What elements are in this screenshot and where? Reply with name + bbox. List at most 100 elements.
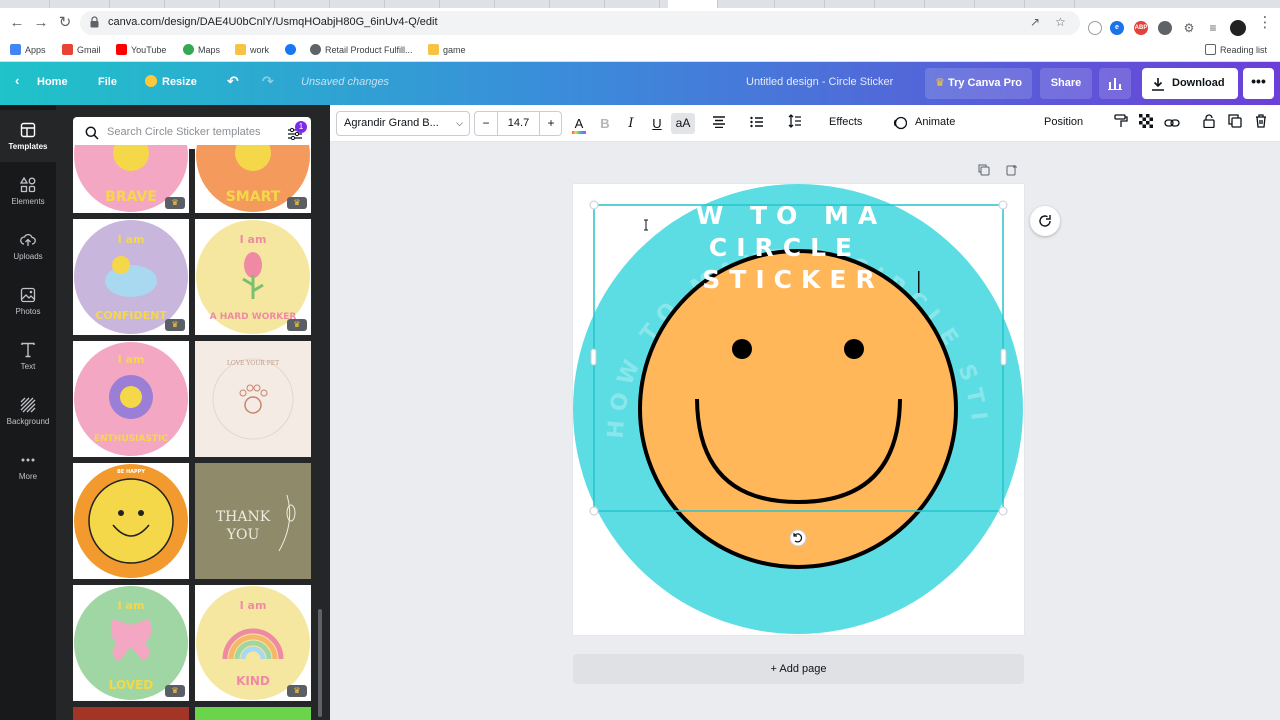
letter-case-button[interactable]: aA (671, 113, 695, 134)
template-tile-be-happy[interactable]: BE HAPPY (73, 463, 189, 579)
template-tile-hard-worker[interactable]: I am A HARD WORKER ♛ (195, 219, 311, 335)
template-tile[interactable] (73, 707, 189, 720)
address-bar[interactable]: canva.com/design/DAE4U0bCnlY/UsmqHOabjH8… (80, 11, 1080, 35)
list-button[interactable] (748, 113, 766, 134)
profile-avatar[interactable] (1230, 20, 1246, 36)
template-tile-smart[interactable]: SMART ♛ (195, 145, 311, 213)
bookmark-maps[interactable]: Maps (183, 42, 220, 58)
browser-tab[interactable] (225, 0, 275, 8)
template-tile[interactable] (195, 707, 311, 720)
align-center-button[interactable] (710, 113, 728, 134)
forward-icon[interactable]: → (32, 14, 50, 32)
regenerate-button[interactable] (1030, 206, 1060, 236)
resize-handle[interactable] (998, 200, 1008, 210)
template-tile-loved[interactable]: I am LOVED ♛ (73, 585, 189, 701)
spacing-button[interactable] (786, 113, 804, 134)
template-tile-enthusiastic[interactable]: I am ENTHUSIASTIC (73, 341, 189, 457)
share-button[interactable]: Share (1040, 68, 1092, 99)
bookmark-star-icon[interactable]: ☆ (1055, 15, 1066, 29)
chevron-left-icon[interactable]: ‹ (15, 73, 19, 88)
template-tile-kind[interactable]: I am KIND ♛ (195, 585, 311, 701)
back-icon[interactable]: ← (8, 14, 26, 32)
bookmark-apps[interactable]: Apps (10, 42, 46, 58)
browser-tab[interactable] (170, 0, 220, 8)
template-tile-love-your-pet[interactable]: LOVE YOUR PET (195, 341, 311, 457)
browser-tab[interactable] (610, 0, 660, 8)
font-size-input[interactable]: 14.7 (497, 112, 540, 135)
browser-tab[interactable] (875, 0, 925, 8)
home-button[interactable]: Home (37, 76, 68, 88)
template-tile-brave[interactable]: BRAVE ♛ (73, 145, 189, 213)
browser-tab[interactable] (280, 0, 330, 8)
adblock-extension-icon[interactable]: ABP (1134, 21, 1148, 35)
rail-more[interactable]: More (0, 440, 56, 492)
browser-tab[interactable] (115, 0, 165, 8)
rail-uploads[interactable]: Uploads (0, 220, 56, 272)
redo-icon[interactable]: ↷ (262, 73, 274, 90)
insights-button[interactable] (1099, 68, 1131, 99)
browser-menu-icon[interactable]: ⋮ (1256, 14, 1274, 32)
font-family-select[interactable]: Agrandir Grand B... ⌵ (336, 111, 470, 136)
extension-shield-icon[interactable] (1088, 21, 1102, 35)
extension-icon[interactable] (1158, 21, 1172, 35)
browser-tab[interactable] (925, 0, 975, 8)
smiley-face[interactable] (638, 249, 958, 569)
resize-handle[interactable] (589, 506, 599, 516)
share-page-icon[interactable]: ↗ (1030, 15, 1040, 29)
copy-style-button[interactable] (1112, 113, 1130, 134)
browser-tab[interactable] (825, 0, 875, 8)
effects-button[interactable]: Effects (829, 116, 862, 128)
resize-handle-side[interactable] (590, 348, 597, 366)
browser-tab[interactable] (60, 0, 110, 8)
browser-tab[interactable] (0, 0, 50, 8)
panel-scrollbar[interactable] (318, 609, 322, 717)
browser-tab[interactable] (725, 0, 775, 8)
duplicate-page-icon[interactable] (978, 164, 990, 176)
download-button[interactable]: Download (1142, 68, 1238, 99)
increase-font-size-button[interactable]: + (540, 112, 562, 135)
media-queue-icon[interactable]: ≡ (1206, 21, 1220, 35)
resize-handle[interactable] (589, 200, 599, 210)
duplicate-button[interactable] (1226, 113, 1244, 134)
try-canva-pro-button[interactable]: ♛ Try Canva Pro (925, 68, 1032, 99)
browser-tab-active[interactable] (668, 0, 718, 8)
add-page-icon[interactable] (1006, 164, 1018, 176)
animate-button[interactable]: Animate (915, 116, 955, 128)
browser-tab[interactable] (390, 0, 440, 8)
bookmark-work[interactable]: work (235, 42, 269, 58)
bookmark-facebook[interactable] (285, 42, 300, 58)
link-button[interactable] (1163, 113, 1181, 134)
template-tile-confident[interactable]: I am CONFIDENT ♛ (73, 219, 189, 335)
text-color-button[interactable]: A (570, 113, 588, 134)
file-menu[interactable]: File (98, 76, 117, 88)
transparency-button[interactable] (1137, 113, 1155, 134)
undo-icon[interactable]: ↶ (227, 73, 239, 90)
design-title[interactable]: Untitled design - Circle Sticker (746, 76, 893, 88)
browser-tab[interactable] (500, 0, 550, 8)
resize-handle-side[interactable] (1000, 348, 1007, 366)
more-options-button[interactable]: ••• (1243, 68, 1274, 99)
decrease-font-size-button[interactable]: − (475, 112, 497, 135)
lock-button[interactable] (1200, 113, 1218, 134)
rail-templates[interactable]: Templates (0, 110, 56, 162)
browser-tab[interactable] (1025, 0, 1075, 8)
add-page-button[interactable]: + Add page (573, 654, 1024, 684)
underline-button[interactable]: U (648, 113, 666, 134)
rail-elements[interactable]: Elements (0, 165, 56, 217)
rail-text[interactable]: Text (0, 330, 56, 382)
extensions-puzzle-icon[interactable]: ⚙ (1182, 21, 1196, 35)
browser-tab[interactable] (555, 0, 605, 8)
reload-icon[interactable]: ↻ (56, 14, 74, 32)
bookmark-gmail[interactable]: Gmail (62, 42, 101, 58)
rail-background[interactable]: Background (0, 385, 56, 437)
resize-handle[interactable] (998, 506, 1008, 516)
reading-list[interactable]: Reading list (1205, 42, 1267, 58)
bold-button[interactable]: B (596, 113, 614, 134)
extension-icon[interactable]: e (1110, 21, 1124, 35)
headline-line-3[interactable]: STICKER (702, 265, 883, 294)
browser-tab[interactable] (445, 0, 495, 8)
browser-tab[interactable] (335, 0, 385, 8)
rotate-handle[interactable] (789, 529, 807, 547)
bookmark-youtube[interactable]: YouTube (116, 42, 166, 58)
browser-tab[interactable] (775, 0, 825, 8)
